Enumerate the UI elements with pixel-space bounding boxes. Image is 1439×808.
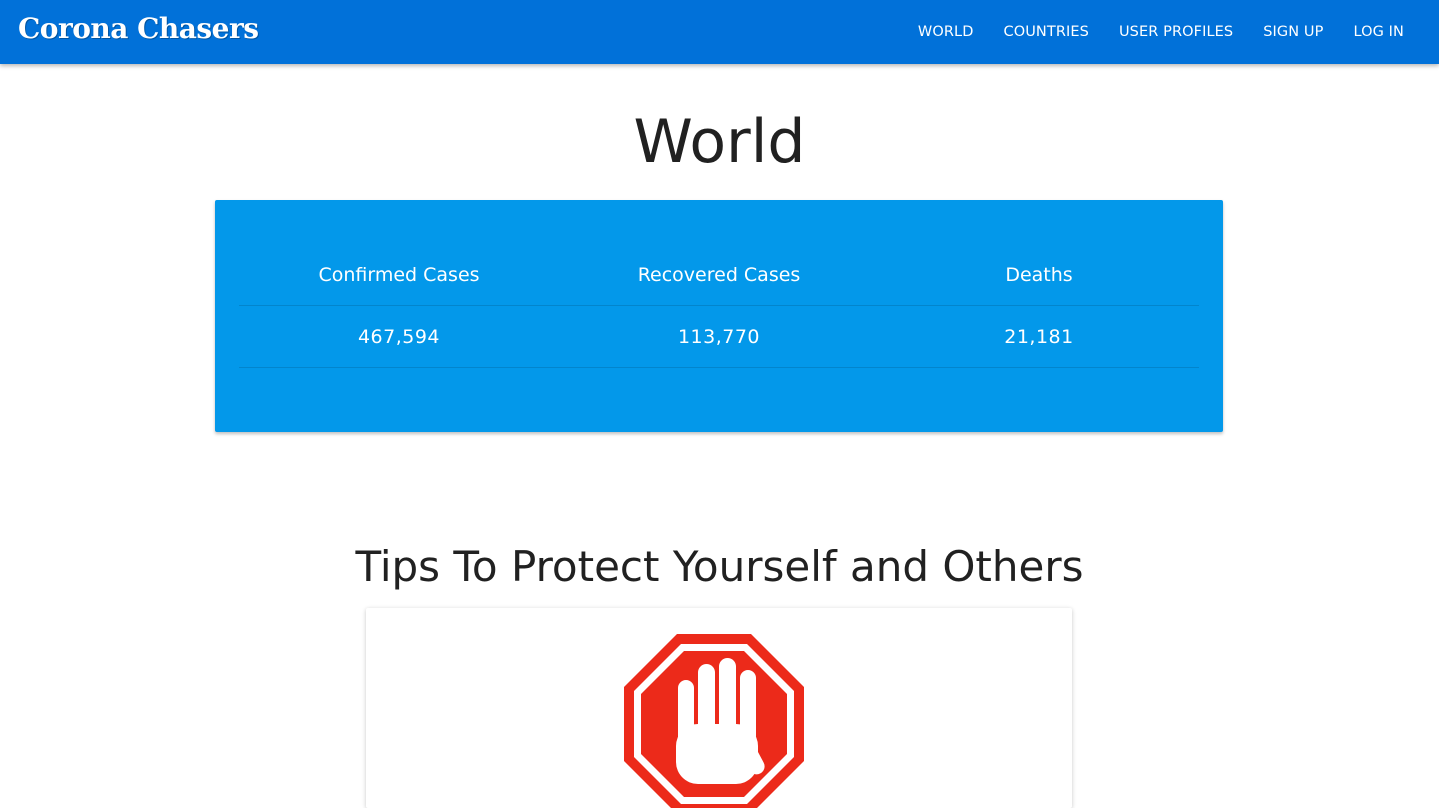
stats-header-row: Confirmed Cases Recovered Cases Deaths [239,245,1199,306]
top-navbar: Corona Chasers WORLD COUNTRIES USER PROF… [0,0,1439,64]
world-stats-panel: Confirmed Cases Recovered Cases Deaths 4… [215,200,1223,432]
stats-value-row: 467,594 113,770 21,181 [239,305,1199,368]
header-deaths: Deaths [879,245,1199,306]
nav-link-user-profiles[interactable]: USER PROFILES [1104,0,1248,64]
nav-link-world[interactable]: WORLD [903,0,989,64]
world-stats-table: Confirmed Cases Recovered Cases Deaths 4… [239,245,1199,368]
stop-hand-icon [624,634,804,808]
header-recovered-cases: Recovered Cases [559,245,879,306]
tip-card [366,608,1072,808]
header-confirmed-cases: Confirmed Cases [239,245,559,306]
value-recovered-cases: 113,770 [559,305,879,368]
value-deaths: 21,181 [879,305,1199,368]
nav-link-sign-up[interactable]: SIGN UP [1248,0,1338,64]
brand-logo[interactable]: Corona Chasers [18,12,259,45]
nav-link-log-in[interactable]: LOG IN [1338,0,1419,64]
nav-links: WORLD COUNTRIES USER PROFILES SIGN UP LO… [903,0,1419,64]
value-confirmed-cases: 467,594 [239,305,559,368]
page-title: World [633,107,806,177]
tips-section-title: Tips To Protect Yourself and Others [355,542,1084,591]
nav-link-countries[interactable]: COUNTRIES [988,0,1103,64]
